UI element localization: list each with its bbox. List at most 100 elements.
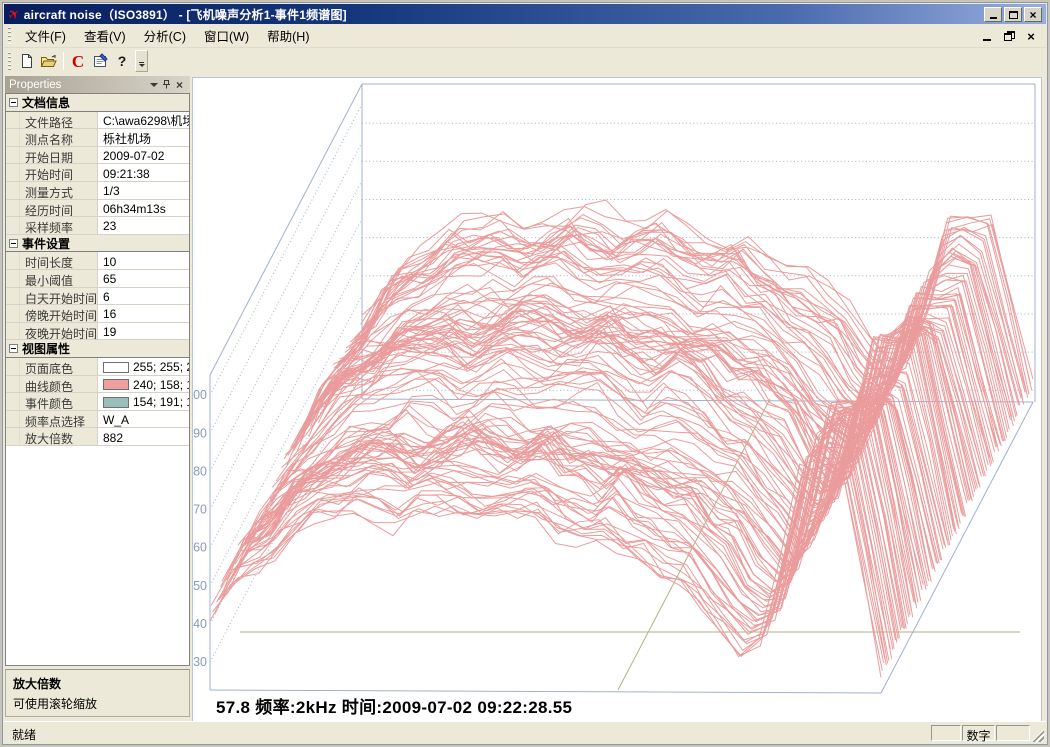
maximize-button[interactable] [1004, 7, 1022, 22]
statusbar-numlock-cell: 数字 [962, 725, 995, 741]
collapse-icon[interactable] [9, 239, 18, 248]
row-gutter [6, 376, 20, 393]
properties-panel-header: Properties × [5, 76, 190, 93]
menu-view[interactable]: 查看(V) [75, 23, 135, 48]
property-row: 放大倍数882 [6, 428, 189, 446]
section-header-0[interactable]: 文档信息 [6, 94, 189, 112]
calibration-button[interactable]: C [67, 50, 89, 72]
property-label: 放大倍数 [20, 428, 98, 445]
property-row: 白天开始时间6 [6, 288, 189, 306]
property-value[interactable]: 栎社机场 [98, 129, 189, 146]
y-tick-label: 80 [193, 464, 207, 478]
overflow-bar-icon [139, 62, 144, 63]
property-label: 曲线颜色 [20, 376, 98, 393]
row-gutter [6, 200, 20, 217]
property-label: 测量方式 [20, 182, 98, 199]
property-label: 傍晚开始时间 [20, 305, 98, 322]
property-row: 曲线颜色240; 158; 15 [6, 376, 189, 394]
waterfall-chart: 10090807060504030 [192, 77, 1042, 725]
statusbar-cell-1 [931, 725, 961, 741]
property-label: 采样频率 [20, 217, 98, 234]
property-value[interactable]: 23 [98, 217, 189, 234]
collapse-icon[interactable] [9, 98, 18, 107]
collapse-icon[interactable] [9, 344, 18, 353]
open-file-button[interactable] [38, 50, 60, 72]
property-value[interactable]: 6 [98, 288, 189, 305]
row-gutter [6, 252, 20, 269]
mdi-minimize-button[interactable] [980, 29, 994, 43]
mdi-close-button[interactable]: × [1024, 29, 1038, 43]
property-value[interactable]: 10 [98, 252, 189, 269]
property-value[interactable]: 240; 158; 15 [98, 376, 189, 393]
property-row: 最小阈值65 [6, 270, 189, 288]
y-tick-label: 100 [192, 388, 207, 402]
panel-pin-button[interactable] [160, 78, 173, 91]
property-value[interactable]: 882 [98, 428, 189, 445]
property-row: 傍晚开始时间16 [6, 305, 189, 323]
property-value[interactable]: 06h34m13s [98, 200, 189, 217]
menu-file[interactable]: 文件(F) [16, 23, 75, 48]
color-swatch[interactable] [103, 397, 129, 408]
property-value[interactable]: 09:21:38 [98, 164, 189, 181]
mdi-restore-button[interactable] [1002, 29, 1016, 43]
property-label: 时间长度 [20, 252, 98, 269]
row-gutter [6, 393, 20, 410]
property-row: 开始日期2009-07-02 [6, 147, 189, 165]
property-row: 文件路径C:\awa6298\机场 [6, 112, 189, 130]
help-button[interactable]: ? [111, 50, 133, 72]
color-swatch[interactable] [103, 379, 129, 390]
row-gutter [6, 288, 20, 305]
property-value[interactable]: 255; 255; 25 [98, 358, 189, 375]
section-title: 文档信息 [22, 94, 70, 111]
toolbar-gripper[interactable] [7, 52, 12, 70]
property-row: 经历时间06h34m13s [6, 200, 189, 218]
color-swatch[interactable] [103, 362, 129, 373]
properties-panel-title: Properties [9, 79, 147, 91]
property-description-text: 可使用滚轮缩放 [13, 695, 182, 712]
open-folder-icon [40, 54, 58, 69]
minimize-button[interactable] [984, 7, 1002, 22]
close-button[interactable]: × [1024, 7, 1042, 22]
mdi-minimize-icon [983, 39, 991, 41]
property-label: 事件颜色 [20, 393, 98, 410]
row-gutter [6, 217, 20, 234]
menu-help[interactable]: 帮助(H) [258, 23, 318, 48]
menu-window[interactable]: 窗口(W) [195, 23, 258, 48]
row-gutter [6, 147, 20, 164]
menu-analyze[interactable]: 分析(C) [135, 23, 195, 48]
y-tick-label: 40 [193, 617, 207, 631]
property-value[interactable]: 154; 191; 18 [98, 393, 189, 410]
menubar-gripper[interactable] [7, 27, 12, 43]
property-row: 采样频率23 [6, 217, 189, 235]
resize-grip[interactable] [1031, 729, 1044, 742]
property-value[interactable]: C:\awa6298\机场 [98, 112, 189, 129]
spectrogram-view[interactable]: 10090807060504030 57.8 频率:2kHz 时间:2009-0… [192, 77, 1042, 725]
mdi-close-icon: × [1027, 30, 1035, 43]
property-row: 时间长度10 [6, 252, 189, 270]
panel-close-button[interactable]: × [173, 78, 186, 91]
property-value[interactable]: 16 [98, 305, 189, 322]
section-header-1[interactable]: 事件设置 [6, 235, 189, 253]
chevron-down-icon [150, 83, 158, 87]
property-value[interactable]: 2009-07-02 [98, 147, 189, 164]
new-document-button[interactable] [16, 50, 38, 72]
y-tick-label: 70 [193, 503, 207, 517]
row-gutter [6, 428, 20, 445]
property-value[interactable]: W_A [98, 411, 189, 428]
toolbar-overflow-button[interactable] [135, 50, 148, 72]
property-value[interactable]: 65 [98, 270, 189, 287]
property-value[interactable]: 19 [98, 323, 189, 340]
y-tick-label: 30 [193, 655, 207, 669]
menu-bar: 文件(F)查看(V)分析(C)窗口(W)帮助(H) × [4, 24, 1046, 48]
pin-icon [161, 79, 172, 90]
chevron-down-icon [139, 64, 145, 67]
close-icon: × [176, 79, 183, 91]
status-bar: 就绪 数字 [4, 721, 1046, 743]
section-header-2[interactable]: 视图属性 [6, 340, 189, 358]
help-icon: ? [118, 53, 127, 69]
properties-button[interactable] [89, 50, 111, 72]
property-value[interactable]: 1/3 [98, 182, 189, 199]
minimize-icon [990, 17, 997, 19]
panel-menu-button[interactable] [147, 78, 160, 91]
property-row: 测量方式1/3 [6, 182, 189, 200]
